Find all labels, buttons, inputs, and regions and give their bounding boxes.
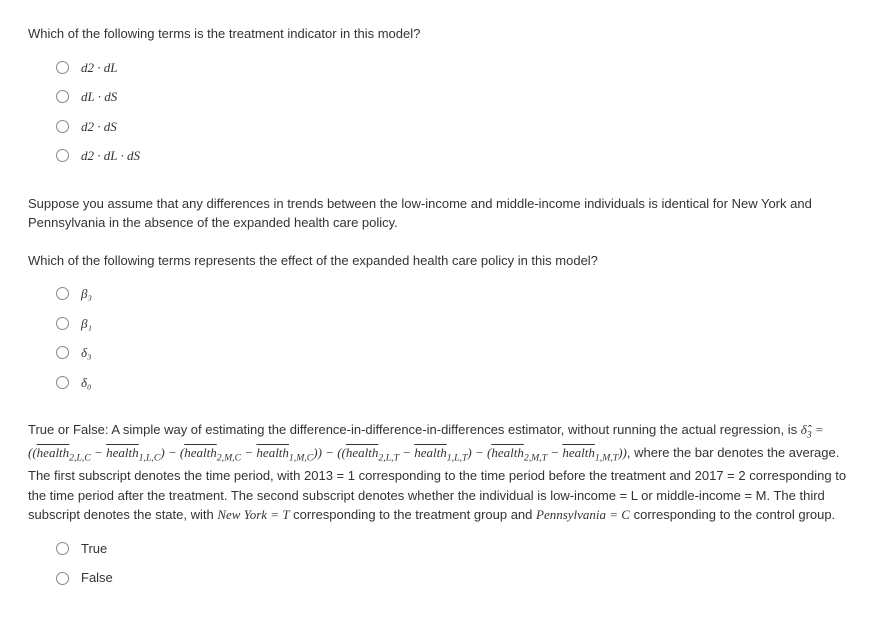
q2-options: β₃ β₁ δ₃ δ₀ — [56, 284, 862, 392]
q2-option-3-label: δ₀ — [81, 373, 92, 393]
radio-icon — [56, 149, 69, 162]
q2-assumption: Suppose you assume that any differences … — [28, 194, 862, 233]
q3-tail: corresponding to the control group. — [630, 507, 835, 522]
q1-prompt: Which of the following terms is the trea… — [28, 24, 862, 44]
q3-text: True or False: A simple way of estimatin… — [28, 420, 862, 525]
radio-icon — [56, 572, 69, 585]
q3-option-false-label: False — [81, 568, 113, 588]
q1-option-1[interactable]: dL · dS — [56, 87, 862, 107]
radio-icon — [56, 61, 69, 74]
q3-option-true-label: True — [81, 539, 107, 559]
q2-option-2[interactable]: δ₃ — [56, 343, 862, 363]
radio-icon — [56, 120, 69, 133]
q1-option-0-label: d2 · dL — [81, 58, 117, 78]
q1-option-3[interactable]: d2 · dL · dS — [56, 146, 862, 166]
q1-option-1-label: dL · dS — [81, 87, 117, 107]
q3-pa: Pennsylvania = C — [536, 507, 630, 522]
q3-option-true[interactable]: True — [56, 539, 862, 559]
q3-mid: corresponding to the treatment group and — [290, 507, 536, 522]
q3-ny: New York = T — [217, 507, 289, 522]
q2-option-2-label: δ₃ — [81, 343, 92, 363]
radio-icon — [56, 90, 69, 103]
q3-lead: A simple way of estimating the differenc… — [108, 422, 800, 437]
radio-icon — [56, 542, 69, 555]
q2-option-0[interactable]: β₃ — [56, 284, 862, 304]
q1-option-2[interactable]: d2 · dS — [56, 117, 862, 137]
question-2: Suppose you assume that any differences … — [28, 194, 862, 393]
radio-icon — [56, 317, 69, 330]
radio-icon — [56, 376, 69, 389]
q2-option-1[interactable]: β₁ — [56, 314, 862, 334]
q2-option-3[interactable]: δ₀ — [56, 373, 862, 393]
q1-options: d2 · dL dL · dS d2 · dS d2 · dL · dS — [56, 58, 862, 166]
q2-option-0-label: β₃ — [81, 284, 92, 304]
q1-option-0[interactable]: d2 · dL — [56, 58, 862, 78]
q2-option-1-label: β₁ — [81, 314, 92, 334]
q1-option-2-label: d2 · dS — [81, 117, 117, 137]
radio-icon — [56, 287, 69, 300]
question-3: True or False: A simple way of estimatin… — [28, 420, 862, 588]
q3-options: True False — [56, 539, 862, 588]
q3-tf-label: True or False: — [28, 422, 108, 437]
radio-icon — [56, 346, 69, 359]
q3-option-false[interactable]: False — [56, 568, 862, 588]
q2-prompt: Which of the following terms represents … — [28, 251, 862, 271]
question-1: Which of the following terms is the trea… — [28, 24, 862, 166]
q1-option-3-label: d2 · dL · dS — [81, 146, 140, 166]
